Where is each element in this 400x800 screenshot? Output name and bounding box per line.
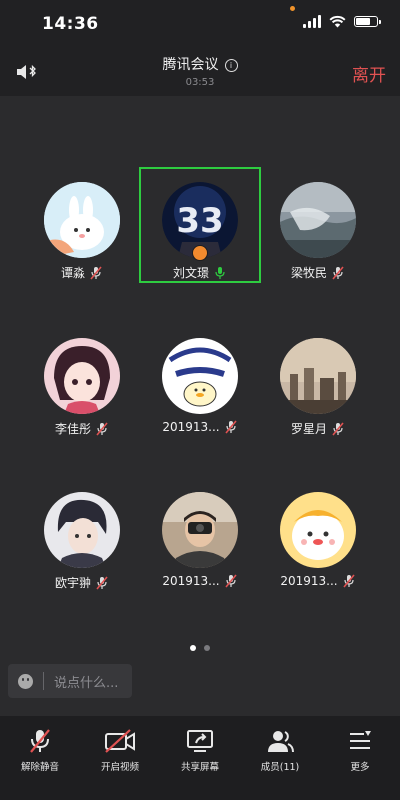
mic-muted-icon — [30, 729, 50, 753]
bottom-toolbar: 解除静音 开启视频 共享屏幕 成员(11) 更多 — [0, 716, 400, 800]
mic-on-icon — [215, 266, 225, 279]
participant-name: 201913... — [162, 574, 220, 588]
participant-name-row: 201913... — [258, 574, 378, 588]
mic-muted-icon — [96, 575, 108, 590]
privacy-indicator-icon — [290, 6, 295, 11]
participant-name: 李佳彤 — [54, 422, 91, 436]
chat-input[interactable]: 说点什么... — [8, 664, 132, 698]
status-icons — [303, 15, 381, 28]
start-video-button[interactable]: 开启视频 — [80, 716, 160, 800]
share-screen-label: 共享屏幕 — [180, 762, 219, 773]
participant-name-row: 谭淼 — [22, 264, 142, 281]
participant-name-row: 梁牧民 — [258, 264, 378, 281]
chat-placeholder: 说点什么... — [54, 675, 119, 691]
leave-button[interactable]: 离开 — [352, 61, 386, 86]
wifi-icon — [329, 15, 346, 28]
svg-text:33: 33 — [176, 201, 223, 241]
avatar — [280, 182, 356, 258]
participant-tile[interactable]: 罗星月 — [258, 338, 378, 437]
avatar — [280, 492, 356, 568]
participant-name-row: 欧宇翀 — [22, 574, 142, 591]
emoji-icon[interactable] — [18, 673, 33, 689]
participant-tile[interactable]: 201913... — [258, 492, 378, 588]
avatar — [44, 182, 120, 258]
participant-tile[interactable]: 李佳彤 — [22, 338, 142, 437]
mic-muted-icon — [225, 420, 237, 434]
participant-name-row: 罗星月 — [258, 420, 378, 437]
members-icon — [268, 731, 294, 753]
participant-name-row: 201913... — [140, 574, 260, 588]
more-menu-icon — [350, 731, 371, 749]
meeting-header: 腾讯会议 i 03:53 离开 — [0, 48, 400, 96]
participant-name: 罗星月 — [290, 422, 327, 436]
mic-muted-icon — [332, 265, 344, 280]
participant-tile-active[interactable]: 33 刘文璟 — [140, 182, 260, 281]
mic-muted-icon — [332, 421, 344, 436]
page-indicator[interactable] — [0, 645, 400, 651]
unmute-button[interactable]: 解除静音 — [0, 716, 80, 800]
mic-muted-icon — [225, 574, 237, 588]
unmute-label: 解除静音 — [20, 762, 59, 773]
participant-name-row: 201913... — [140, 420, 260, 434]
avatar — [162, 492, 238, 568]
avatar — [44, 492, 120, 568]
avatar — [162, 338, 238, 414]
members-button[interactable]: 成员(11) — [240, 716, 320, 800]
status-bar: 14:36 — [0, 0, 400, 48]
info-icon[interactable]: i — [224, 59, 238, 72]
camera-off-icon — [105, 729, 135, 753]
participant-name: 谭淼 — [60, 266, 85, 280]
meeting-duration: 03:53 — [185, 77, 215, 88]
participant-name: 梁牧民 — [290, 266, 327, 280]
mic-muted-icon — [90, 265, 102, 280]
host-badge-icon — [192, 245, 208, 261]
avatar — [44, 338, 120, 414]
participant-name: 201913... — [162, 420, 220, 434]
start-video-label: 开启视频 — [100, 762, 139, 773]
chat-divider — [43, 672, 44, 690]
page-dot-active[interactable] — [190, 645, 196, 651]
share-screen-button[interactable]: 共享屏幕 — [160, 716, 240, 800]
cellular-signal-icon — [303, 15, 321, 28]
meeting-title-block[interactable]: 腾讯会议 i 03:53 — [0, 54, 400, 88]
share-screen-icon — [187, 730, 213, 752]
members-label: 成员(11) — [260, 762, 300, 773]
mic-muted-icon — [343, 574, 355, 588]
more-button[interactable]: 更多 — [320, 716, 400, 800]
participant-tile[interactable]: 201913... — [140, 492, 260, 588]
participant-tile[interactable]: 欧宇翀 — [22, 492, 142, 591]
participant-name-row: 刘文璟 — [140, 264, 260, 281]
participant-tile[interactable]: 梁牧民 — [258, 182, 378, 281]
participant-name: 欧宇翀 — [54, 576, 91, 590]
participant-name-row: 李佳彤 — [22, 420, 142, 437]
participant-tile[interactable]: 201913... — [140, 338, 260, 434]
status-time: 14:36 — [42, 14, 99, 34]
mic-muted-icon — [96, 421, 108, 436]
meeting-title: 腾讯会议 — [162, 57, 219, 73]
avatar: 33 — [162, 182, 238, 261]
participant-name: 刘文璟 — [172, 266, 209, 280]
avatar — [280, 338, 356, 414]
page-dot[interactable] — [204, 645, 210, 651]
participant-name: 201913... — [280, 574, 338, 588]
more-label: 更多 — [350, 762, 370, 773]
participant-tile[interactable]: 谭淼 — [22, 182, 142, 281]
battery-icon — [354, 16, 381, 27]
